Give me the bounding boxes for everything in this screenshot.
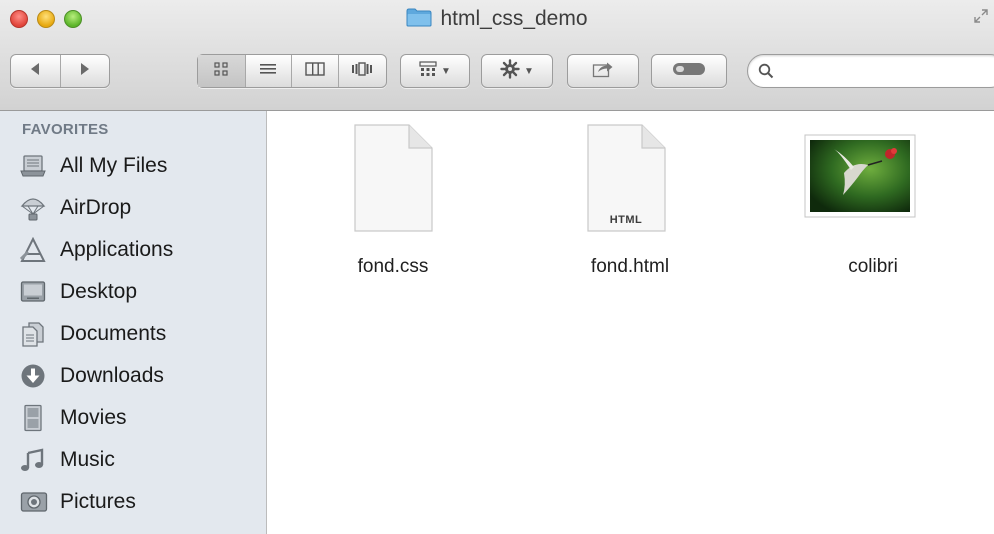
chevron-right-icon (79, 62, 91, 81)
sidebar-item-label: AirDrop (60, 196, 132, 219)
sidebar-item-label: All My Files (60, 154, 168, 177)
chevron-down-icon: ▼ (524, 65, 534, 77)
html-document-icon: HTML (545, 123, 715, 243)
airdrop-icon (20, 193, 56, 223)
chevron-down-icon: ▼ (441, 65, 451, 77)
folder-icon (406, 7, 432, 32)
sidebar-item-movies[interactable]: Movies (16, 401, 256, 435)
back-forward-control (10, 54, 110, 88)
downloads-icon (20, 361, 56, 391)
file-area: fond.css HTML fond.html colibri (267, 111, 994, 534)
forward-button[interactable] (59, 55, 109, 87)
share-button[interactable] (567, 54, 639, 88)
sidebar-item-desktop[interactable]: Desktop (16, 275, 256, 309)
tag-icon (672, 61, 706, 82)
pictures-icon (20, 487, 56, 517)
sidebar-item-all-my-files[interactable]: All My Files (16, 149, 256, 183)
movies-icon (20, 403, 56, 433)
file-type-label: HTML (610, 214, 643, 226)
sidebar-item-documents[interactable]: Documents (16, 317, 256, 351)
column-view-button[interactable] (291, 55, 338, 87)
image-thumbnail-icon (788, 123, 958, 243)
window-title: html_css_demo (440, 7, 588, 30)
all-my-files-icon (20, 151, 56, 181)
sidebar-item-airdrop[interactable]: AirDrop (16, 191, 256, 225)
sidebar-item-applications[interactable]: Applications (16, 233, 256, 267)
search-field[interactable] (747, 54, 994, 88)
file-name: fond.html (590, 256, 670, 277)
sidebar-item-label: Movies (60, 406, 127, 429)
documents-icon (20, 319, 56, 349)
coverflow-view-icon (351, 61, 373, 81)
gear-icon (500, 58, 520, 84)
finder-window: html_css_demo ▼ ▼ FAVORITES All My Files… (0, 0, 994, 534)
sidebar-item-label: Music (60, 448, 115, 471)
arrange-button[interactable]: ▼ (400, 54, 470, 88)
tags-button[interactable] (651, 54, 727, 88)
fullscreen-icon[interactable] (974, 9, 988, 23)
view-mode-control (197, 54, 387, 88)
music-icon (20, 445, 56, 475)
sidebar-item-label: Downloads (60, 364, 164, 387)
applications-icon (20, 235, 56, 265)
file-item-html[interactable]: HTML fond.html (545, 123, 715, 293)
document-icon (308, 123, 478, 243)
icon-view-button[interactable] (198, 55, 245, 87)
title-bar: html_css_demo ▼ ▼ (0, 0, 994, 111)
sidebar-section-header: FAVORITES (22, 121, 109, 138)
sidebar-item-music[interactable]: Music (16, 443, 256, 477)
desktop-icon (20, 277, 56, 307)
sidebar-item-label: Applications (60, 238, 174, 261)
icon-view-icon (213, 61, 229, 81)
list-view-icon (259, 62, 277, 81)
sidebar-item-downloads[interactable]: Downloads (16, 359, 256, 393)
sidebar-item-pictures[interactable]: Pictures (16, 485, 256, 519)
file-name: colibri (848, 256, 898, 277)
coverflow-view-button[interactable] (337, 55, 386, 87)
sidebar-item-label: Pictures (60, 490, 136, 513)
search-icon (758, 63, 774, 84)
file-name: fond.css (357, 256, 429, 277)
file-item-image[interactable]: colibri (788, 123, 958, 293)
search-input[interactable] (782, 60, 986, 84)
chevron-left-icon (29, 62, 41, 81)
share-icon (592, 60, 614, 83)
file-item-css[interactable]: fond.css (308, 123, 478, 293)
column-view-icon (305, 61, 325, 81)
action-button[interactable]: ▼ (481, 54, 553, 88)
sidebar-item-label: Documents (60, 322, 167, 345)
window-title-area: html_css_demo (0, 4, 994, 34)
list-view-button[interactable] (244, 55, 292, 87)
back-button[interactable] (11, 55, 60, 87)
sidebar-item-label: Desktop (60, 280, 138, 303)
sidebar: FAVORITES All My Files AirDrop Applicati… (0, 111, 267, 534)
arrange-icon (419, 60, 437, 82)
